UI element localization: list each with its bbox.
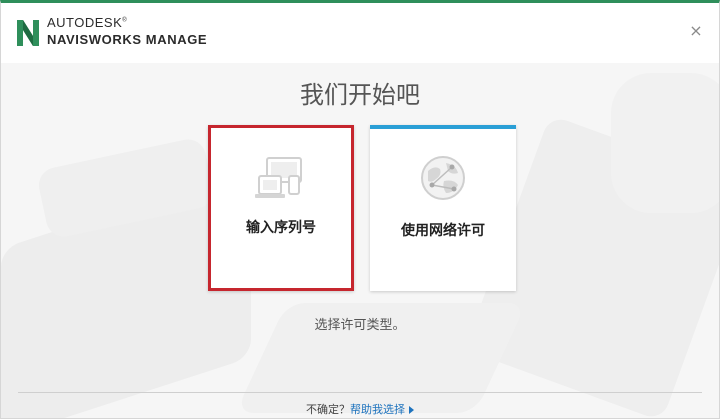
navisworks-logo-icon bbox=[17, 20, 39, 46]
footer-divider bbox=[18, 392, 702, 393]
enter-serial-number-option[interactable]: 输入序列号 bbox=[208, 125, 354, 291]
devices-icon bbox=[255, 157, 302, 198]
unsure-text: 不确定？ bbox=[306, 403, 350, 416]
license-type-prompt: 选择许可类型。 bbox=[314, 318, 406, 333]
arrow-right-icon bbox=[409, 406, 414, 414]
page-title: 我们开始吧 bbox=[300, 81, 420, 109]
network-globe-icon bbox=[421, 156, 465, 200]
product-name: NAVISWORKS MANAGE bbox=[47, 32, 208, 47]
close-button[interactable]: × bbox=[689, 23, 703, 39]
dialog-footer: 不确定？帮助我选择 bbox=[1, 401, 719, 417]
brand-autodesk: AUTODESK® bbox=[47, 15, 128, 30]
use-network-license-option[interactable]: 使用网络许可 bbox=[370, 125, 516, 291]
help-me-choose-link[interactable]: 帮助我选择 bbox=[350, 403, 405, 416]
license-dialog: AUTODESK® NAVISWORKS MANAGE × 我们开始吧 输入序列… bbox=[0, 0, 720, 419]
dialog-header: AUTODESK® NAVISWORKS MANAGE × bbox=[1, 3, 719, 63]
enter-serial-number-label: 输入序列号 bbox=[246, 220, 316, 236]
use-network-license-label: 使用网络许可 bbox=[401, 223, 485, 239]
